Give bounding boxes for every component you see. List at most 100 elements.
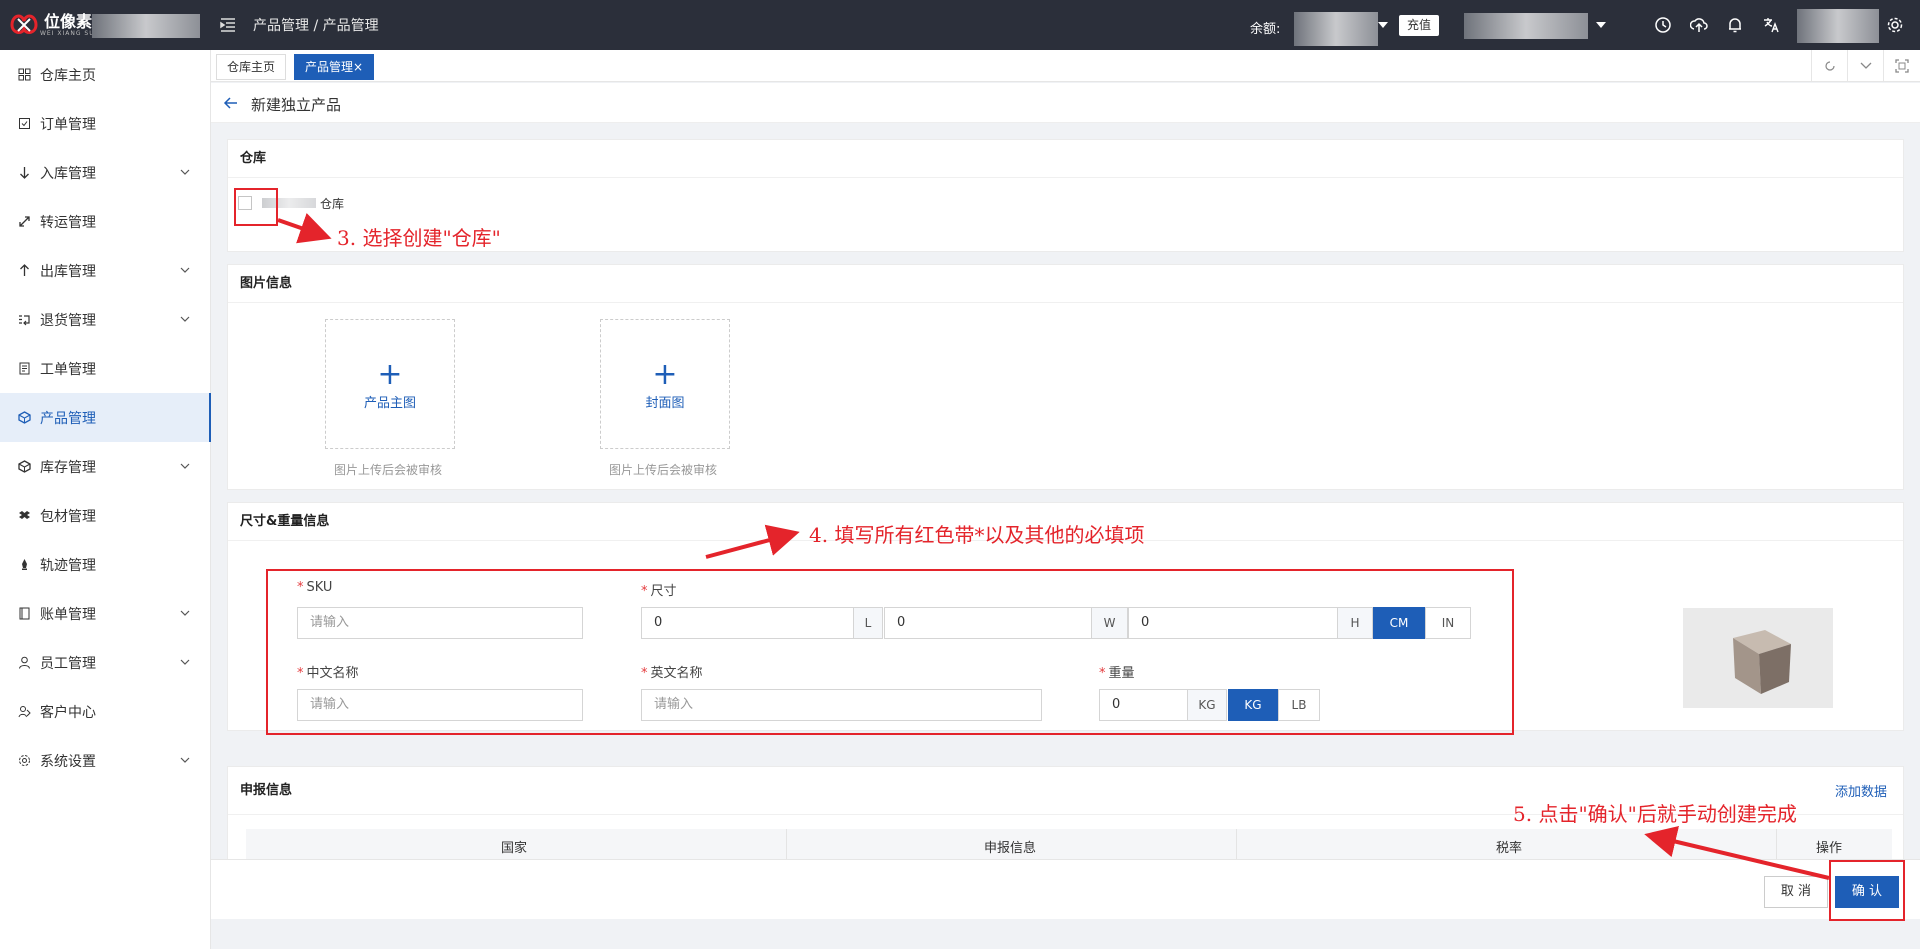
chevron-down-icon bbox=[1860, 62, 1872, 69]
track-icon bbox=[22, 559, 27, 570]
column-header: 申报信息 bbox=[984, 841, 1037, 856]
sidebar-item-label: 订单管理 bbox=[40, 116, 96, 133]
images-card: 图片信息 + 产品主图 图片上传后会被审核 + 封面图 图片上传后会被审核 bbox=[227, 264, 1904, 490]
column-header: 操作 bbox=[1816, 841, 1843, 856]
sidebar-item-label: 工单管理 bbox=[40, 361, 96, 378]
user-name[interactable] bbox=[1464, 13, 1588, 39]
sidebar-item-label: 客户中心 bbox=[40, 704, 96, 721]
annotation-step5: 5. 点击"确认"后就手动创建完成 bbox=[1513, 802, 1797, 826]
back-arrow-icon[interactable] bbox=[223, 95, 239, 111]
refresh-icon bbox=[1825, 61, 1835, 71]
close-icon[interactable]: × bbox=[353, 60, 363, 74]
return-icon bbox=[19, 315, 30, 326]
annotation-step3: 3. 选择创建"仓库" bbox=[337, 226, 501, 250]
chevron-down-icon bbox=[180, 757, 190, 763]
sidebar-item-label: 包材管理 bbox=[40, 508, 96, 525]
warehouse-option-label: 仓库 bbox=[320, 197, 345, 211]
tab-label: 仓库主页 bbox=[227, 60, 276, 74]
package-box-illustration bbox=[1683, 608, 1833, 708]
sidebar-item-inbound[interactable]: 入库管理 bbox=[0, 148, 210, 197]
staff-icon bbox=[19, 656, 30, 669]
sidebar-item-label: 入库管理 bbox=[40, 165, 96, 182]
upload-note: 图片上传后会被审核 bbox=[334, 463, 443, 477]
balance-value bbox=[1294, 12, 1378, 46]
inbound-icon bbox=[20, 167, 29, 179]
redacted-account bbox=[92, 14, 200, 38]
section-title: 仓库 bbox=[228, 140, 1903, 178]
ticket-icon bbox=[19, 362, 30, 375]
transfer-icon bbox=[19, 216, 30, 227]
sidebar-item-label: 出库管理 bbox=[40, 263, 96, 280]
avatar[interactable] bbox=[1797, 9, 1879, 43]
sidebar-item-packaging[interactable]: 包材管理 bbox=[0, 491, 210, 540]
sidebar-item-tickets[interactable]: 工单管理 bbox=[0, 344, 210, 393]
breadcrumb: 产品管理 / 产品管理 bbox=[253, 18, 379, 34]
sidebar-item-tracking[interactable]: 轨迹管理 bbox=[0, 540, 210, 589]
page-header: 新建独立产品 bbox=[211, 83, 1920, 123]
plus-icon: + bbox=[377, 357, 403, 392]
column-header: 税率 bbox=[1496, 841, 1523, 856]
sidebar-item-label: 退货管理 bbox=[40, 312, 96, 329]
order-icon bbox=[19, 118, 30, 129]
bell-icon[interactable] bbox=[1726, 16, 1744, 34]
upload-label: 封面图 bbox=[645, 396, 685, 411]
annotation-box-warehouse bbox=[234, 188, 278, 226]
sidebar: 仓库主页 订单管理 入库管理 转运管理 出库管理 退货管理 工单管理 产品管理 … bbox=[0, 50, 211, 949]
add-data-link[interactable]: 添加数据 bbox=[1835, 781, 1887, 800]
tabs-dropdown-button[interactable] bbox=[1847, 50, 1883, 82]
sidebar-item-products[interactable]: 产品管理 bbox=[0, 393, 211, 442]
balance-label: 余额: bbox=[1250, 22, 1281, 37]
fullscreen-button[interactable] bbox=[1883, 50, 1919, 82]
recharge-button[interactable]: 充值 bbox=[1399, 15, 1439, 36]
column-divider bbox=[1236, 829, 1237, 859]
sidebar-item-billing[interactable]: 账单管理 bbox=[0, 589, 210, 638]
column-header: 国家 bbox=[501, 841, 528, 856]
translate-icon[interactable] bbox=[1762, 16, 1780, 34]
cancel-button[interactable]: 取 消 bbox=[1764, 876, 1828, 908]
chevron-down-icon bbox=[180, 267, 190, 273]
sidebar-item-orders[interactable]: 订单管理 bbox=[0, 99, 210, 148]
column-divider bbox=[786, 829, 787, 859]
logo[interactable]: 位像素 WEI XIANG SU bbox=[8, 10, 95, 40]
history-icon[interactable] bbox=[1654, 16, 1672, 34]
annotation-box-confirm bbox=[1829, 860, 1905, 921]
form-footer: 取 消 确 认 bbox=[211, 859, 1920, 919]
sidebar-item-warehouse-home[interactable]: 仓库主页 bbox=[0, 50, 210, 99]
box-icon bbox=[1733, 630, 1791, 694]
product-icon bbox=[18, 411, 31, 424]
chevron-down-icon bbox=[180, 169, 190, 175]
user-dropdown-icon[interactable] bbox=[1596, 22, 1606, 28]
sidebar-item-staff[interactable]: 员工管理 bbox=[0, 638, 210, 687]
sidebar-item-inventory[interactable]: 库存管理 bbox=[0, 442, 210, 491]
logo-subtext: WEI XIANG SU bbox=[40, 29, 95, 37]
main-image-upload[interactable]: + 产品主图 bbox=[325, 319, 455, 449]
refresh-tab-button[interactable] bbox=[1811, 50, 1847, 82]
cover-image-upload[interactable]: + 封面图 bbox=[600, 319, 730, 449]
chevron-down-icon bbox=[180, 610, 190, 616]
sidebar-item-outbound[interactable]: 出库管理 bbox=[0, 246, 210, 295]
menu-toggle-icon[interactable] bbox=[219, 16, 237, 34]
logo-text: 位像素 bbox=[44, 11, 93, 31]
sidebar-item-returns[interactable]: 退货管理 bbox=[0, 295, 210, 344]
plus-icon: + bbox=[652, 357, 678, 392]
balance-dropdown-icon[interactable] bbox=[1378, 22, 1388, 28]
sidebar-item-label: 账单管理 bbox=[40, 606, 96, 623]
tab-warehouse-home[interactable]: 仓库主页 bbox=[216, 54, 287, 80]
declaration-table-header: 国家 申报信息 税率 操作 bbox=[246, 829, 1892, 859]
sidebar-item-transfer[interactable]: 转运管理 bbox=[0, 197, 210, 246]
tab-product-management[interactable]: 产品管理× bbox=[294, 54, 375, 80]
sidebar-item-customer-center[interactable]: 客户中心 bbox=[0, 687, 210, 736]
tab-label: 产品管理 bbox=[305, 60, 354, 74]
page-title: 新建独立产品 bbox=[251, 96, 342, 114]
section-title: 图片信息 bbox=[228, 265, 1903, 303]
gear-icon[interactable] bbox=[1886, 16, 1904, 34]
tabs-bar: 仓库主页 产品管理× bbox=[211, 50, 1920, 82]
cloud-upload-icon[interactable] bbox=[1690, 16, 1708, 34]
sidebar-item-label: 系统设置 bbox=[40, 753, 96, 770]
sidebar-item-label: 轨迹管理 bbox=[40, 557, 96, 574]
packaging-icon bbox=[19, 511, 30, 519]
sidebar-item-label: 产品管理 bbox=[40, 410, 96, 427]
chevron-down-icon bbox=[180, 316, 190, 322]
outbound-icon bbox=[20, 264, 29, 276]
sidebar-item-system-settings[interactable]: 系统设置 bbox=[0, 736, 210, 785]
